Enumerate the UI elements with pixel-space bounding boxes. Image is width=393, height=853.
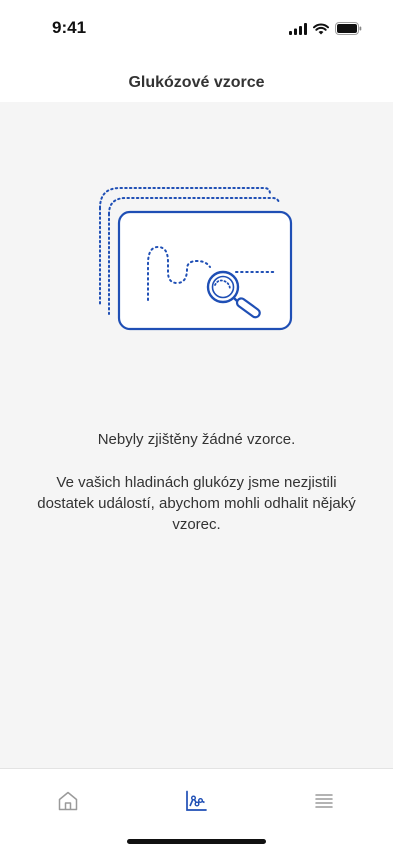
chart-icon bbox=[186, 790, 207, 811]
page-title: Glukózové vzorce bbox=[128, 74, 265, 91]
status-icons bbox=[289, 22, 362, 35]
empty-state-panel: Nebyly zjištěny žádné vzorce. Ve vašich … bbox=[0, 102, 393, 768]
wifi-icon bbox=[313, 22, 329, 34]
cellular-signal-icon bbox=[289, 22, 307, 35]
bottom-tab-bar bbox=[0, 768, 393, 853]
empty-state-description: Ve vašich hladinách glukózy jsme nezjist… bbox=[37, 474, 356, 533]
battery-icon bbox=[335, 22, 362, 35]
menu-icon bbox=[315, 794, 333, 808]
tab-home[interactable] bbox=[54, 787, 82, 815]
empty-state-title: Nebyly zjištěny žádné vzorce. bbox=[97, 431, 296, 448]
home-icon bbox=[58, 791, 78, 811]
pattern-search-illustration bbox=[99, 187, 293, 331]
navigation-header: Glukózové vzorce bbox=[0, 58, 393, 102]
status-time: 9:41 bbox=[52, 18, 87, 37]
tab-patterns[interactable] bbox=[182, 787, 210, 815]
tab-menu[interactable] bbox=[310, 787, 338, 815]
status-bar: 9:41 bbox=[0, 0, 393, 58]
home-indicator bbox=[127, 839, 266, 844]
